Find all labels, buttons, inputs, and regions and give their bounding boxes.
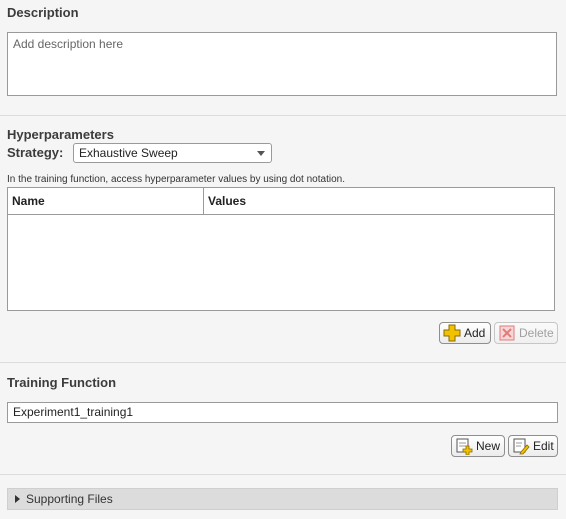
add-button-label: Add <box>464 326 486 340</box>
strategy-value: Exhaustive Sweep <box>79 146 178 160</box>
training-function-title: Training Function <box>7 375 117 390</box>
divider <box>0 115 566 116</box>
supporting-files-header[interactable]: Supporting Files <box>7 488 558 510</box>
delete-hyperparameter-button[interactable]: Delete <box>494 322 558 344</box>
edit-training-function-button[interactable]: Edit <box>508 435 558 457</box>
column-header-values[interactable]: Values <box>204 188 554 214</box>
hyperparameters-table[interactable]: Name Values <box>7 187 555 311</box>
strategy-dropdown[interactable]: Exhaustive Sweep <box>73 143 272 163</box>
description-title: Description <box>7 5 79 20</box>
add-hyperparameter-button[interactable]: Add <box>439 322 491 344</box>
divider <box>0 362 566 363</box>
edit-button-label: Edit <box>533 439 554 453</box>
description-textarea[interactable]: Add description here <box>7 32 557 96</box>
table-header: Name Values <box>8 188 554 215</box>
triangle-right-icon <box>15 495 20 503</box>
column-header-name[interactable]: Name <box>8 188 204 214</box>
divider <box>0 474 566 475</box>
chevron-down-icon <box>257 151 265 156</box>
strategy-label: Strategy: <box>7 145 64 160</box>
hyperparameters-hint: In the training function, access hyperpa… <box>7 174 345 185</box>
description-placeholder: Add description here <box>13 37 124 51</box>
experiment-setup-panel: Description Add description here Hyperpa… <box>0 0 566 519</box>
training-function-value: Experiment1_training1 <box>13 405 134 419</box>
supporting-files-title: Supporting Files <box>26 492 113 506</box>
training-function-field[interactable]: Experiment1_training1 <box>7 402 558 423</box>
delete-x-icon <box>498 324 516 342</box>
new-button-label: New <box>476 439 501 453</box>
new-training-function-button[interactable]: New <box>451 435 505 457</box>
plus-icon <box>443 324 461 342</box>
delete-button-label: Delete <box>519 326 554 340</box>
new-file-icon <box>455 437 473 456</box>
edit-pencil-icon <box>512 437 530 455</box>
hyperparameters-title: Hyperparameters <box>7 127 114 142</box>
